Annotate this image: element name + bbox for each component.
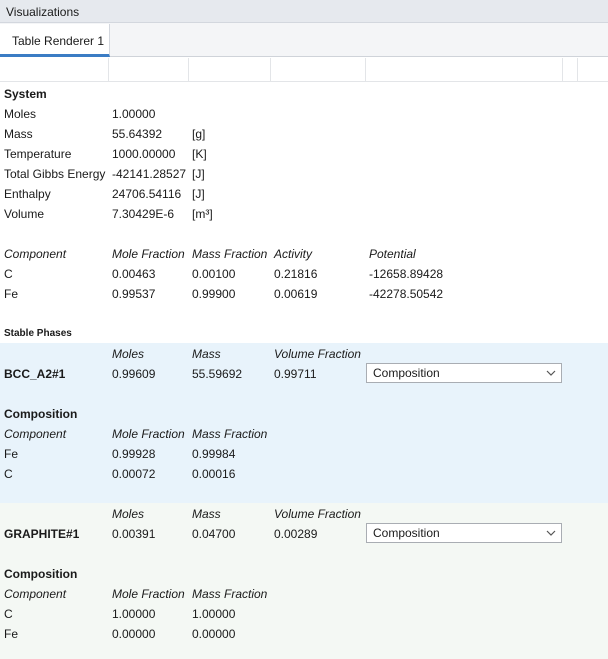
phase-volume-fraction: 0.99711	[274, 367, 317, 381]
composition-mass-fraction: 1.00000	[192, 607, 236, 621]
phase-mass: 0.04700	[192, 527, 236, 541]
composition-component: C	[4, 467, 13, 481]
column-divider[interactable]	[270, 58, 271, 82]
composition-heading: Composition	[4, 567, 78, 581]
system-label-enthalpy: Enthalpy	[4, 187, 51, 201]
composition-header-component: Component	[4, 427, 67, 441]
components-header-activity: Activity	[274, 247, 313, 261]
components-header-mass-fraction: Mass Fraction	[192, 247, 268, 261]
component-mass-fraction: 0.99900	[192, 287, 236, 301]
system-unit-gibbs: [J]	[192, 167, 205, 181]
component-name: Fe	[4, 287, 19, 301]
phase-detail-select[interactable]: Composition	[366, 523, 562, 543]
column-divider[interactable]	[108, 58, 109, 82]
tab-label: Table Renderer 1	[12, 34, 105, 48]
system-unit-enthalpy: [J]	[192, 187, 205, 201]
tab-table-renderer-1[interactable]: Table Renderer 1	[0, 24, 110, 57]
component-name: C	[4, 267, 13, 281]
composition-mole-fraction: 1.00000	[112, 607, 156, 621]
composition-header-component: Component	[4, 587, 67, 601]
composition-mass-fraction: 0.99984	[192, 447, 236, 461]
system-label-moles: Moles	[4, 107, 37, 121]
component-potential: -42278.50542	[369, 287, 444, 301]
phase-detail-select[interactable]: Composition	[366, 363, 562, 383]
components-header-component: Component	[4, 247, 67, 261]
system-value-volume: 7.30429E-6	[112, 207, 175, 221]
components-header-mole-fraction: Mole Fraction	[112, 247, 185, 261]
system-value-enthalpy: 24706.54116	[112, 187, 182, 201]
stable-phases-label: Stable Phases	[4, 328, 72, 339]
component-activity: 0.21816	[274, 267, 318, 281]
phase-header-moles: Moles	[112, 507, 145, 521]
tab-bar: Table Renderer 1	[0, 23, 608, 57]
components-header-potential: Potential	[369, 247, 416, 261]
composition-header-mass-fraction: Mass Fraction	[192, 587, 268, 601]
phase-moles: 0.99609	[112, 367, 156, 381]
system-heading: System	[4, 87, 47, 101]
composition-mole-fraction: 0.00072	[112, 467, 156, 481]
system-label-gibbs: Total Gibbs Energy	[4, 167, 106, 181]
composition-header-mole-fraction: Mole Fraction	[112, 427, 185, 441]
composition-mole-fraction: 0.99928	[112, 447, 156, 461]
phase-header-volume-fraction: Volume Fraction	[274, 507, 361, 521]
composition-component: Fe	[4, 627, 19, 641]
component-potential: -12658.89428	[369, 267, 444, 281]
select-value: Composition	[373, 526, 440, 540]
phase-header-mass: Mass	[192, 347, 221, 361]
component-mole-fraction: 0.99537	[112, 287, 156, 301]
column-divider[interactable]	[188, 58, 189, 82]
phase-moles: 0.00391	[112, 527, 156, 541]
phase-header-moles: Moles	[112, 347, 145, 361]
phase-mass: 55.59692	[192, 367, 243, 381]
phase-header-volume-fraction: Volume Fraction	[274, 347, 361, 361]
component-activity: 0.00619	[274, 287, 318, 301]
panel-titlebar: Visualizations	[0, 0, 608, 23]
composition-header-mass-fraction: Mass Fraction	[192, 427, 268, 441]
component-mole-fraction: 0.00463	[112, 267, 156, 281]
composition-header-mole-fraction: Mole Fraction	[112, 587, 185, 601]
chevron-down-icon	[546, 370, 556, 376]
system-value-moles: 1.00000	[112, 107, 156, 121]
composition-mass-fraction: 0.00000	[192, 627, 236, 641]
system-label-temperature: Temperature	[4, 147, 72, 161]
system-unit-temperature: [K]	[192, 147, 207, 161]
system-value-temperature: 1000.00000	[112, 147, 176, 161]
component-mass-fraction: 0.00100	[192, 267, 236, 281]
system-value-mass: 55.64392	[112, 127, 163, 141]
system-label-mass: Mass	[4, 127, 33, 141]
system-unit-volume: [m³]	[192, 207, 213, 221]
system-value-gibbs: -42141.28527	[112, 167, 187, 181]
system-label-volume: Volume	[4, 207, 45, 221]
column-divider[interactable]	[365, 58, 366, 82]
phase-name: BCC_A2#1	[4, 367, 66, 381]
composition-mole-fraction: 0.00000	[112, 627, 156, 641]
table-header-row	[0, 58, 608, 82]
chevron-down-icon	[546, 530, 556, 536]
panel-title: Visualizations	[6, 5, 80, 19]
column-divider[interactable]	[562, 58, 563, 82]
phase-volume-fraction: 0.00289	[274, 527, 318, 541]
composition-mass-fraction: 0.00016	[192, 467, 236, 481]
phase-name: GRAPHITE#1	[4, 527, 80, 541]
composition-component: Fe	[4, 447, 19, 461]
phase-header-mass: Mass	[192, 507, 221, 521]
system-unit-mass: [g]	[192, 127, 206, 141]
composition-component: C	[4, 607, 13, 621]
composition-heading: Composition	[4, 407, 78, 421]
column-divider[interactable]	[577, 58, 578, 82]
select-value: Composition	[373, 366, 440, 380]
